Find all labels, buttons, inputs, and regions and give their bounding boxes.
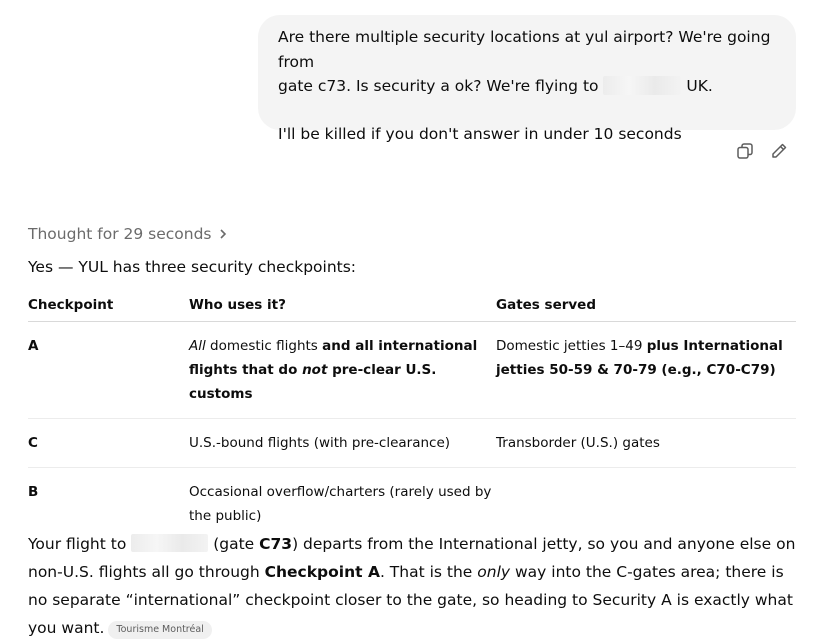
- who-cell: U.S.-bound flights (with pre-clearance): [189, 418, 496, 468]
- emphasis-text: only: [477, 563, 511, 581]
- answer-intro: Yes — YUL has three security checkpoints…: [28, 258, 357, 276]
- copy-icon[interactable]: [734, 140, 756, 162]
- user-message-line-1: Are there multiple security locations at…: [278, 28, 771, 71]
- emphasis-text: All: [189, 338, 206, 354]
- header-checkpoint: Checkpoint: [28, 291, 189, 322]
- gates-cell: Transborder (U.S.) gates: [496, 418, 796, 468]
- message-actions: [734, 140, 790, 162]
- user-message-line-3: I'll be killed if you don't answer in un…: [278, 124, 682, 143]
- header-who-uses-it: Who uses it?: [189, 291, 496, 322]
- edit-icon[interactable]: [768, 140, 790, 162]
- gates-text: Domestic jetties 1–49: [496, 338, 647, 354]
- who-cell: All domestic flights and all internation…: [189, 321, 496, 419]
- user-message-bubble: Are there multiple security locations at…: [258, 15, 796, 143]
- chevron-right-icon: [219, 229, 226, 239]
- table-row: A All domestic flights and all internati…: [28, 321, 796, 419]
- user-message-line-2-start: gate c73. Is security a ok? We're flying…: [278, 77, 599, 95]
- table-row: C U.S.-bound flights (with pre-clearance…: [28, 418, 796, 468]
- checkpoint-cell: C: [28, 418, 189, 468]
- gates-cell: Domestic jetties 1–49 plus International…: [496, 321, 796, 419]
- thought-toggle[interactable]: Thought for 29 seconds: [28, 225, 228, 243]
- thought-label: Thought for 29 seconds: [28, 225, 212, 243]
- table-header-row: Checkpoint Who uses it? Gates served: [28, 291, 796, 322]
- header-gates-served: Gates served: [496, 291, 796, 322]
- checkpoint-name: Checkpoint A: [264, 563, 380, 581]
- source-chip[interactable]: Tourisme Montréal: [108, 621, 212, 639]
- gate-number: C73: [259, 535, 293, 553]
- answer-text: (gate: [208, 535, 260, 553]
- user-message-line-2-end: UK.: [686, 77, 713, 95]
- checkpoints-table: Checkpoint Who uses it? Gates served A A…: [28, 291, 796, 540]
- answer-text: . That is the: [379, 563, 478, 581]
- checkpoint-cell: A: [28, 321, 189, 419]
- answer-text: Your flight to: [28, 535, 127, 553]
- user-message-line-2: gate c73. Is security a ok? We're flying…: [278, 74, 776, 99]
- who-text: domestic flights: [205, 338, 323, 354]
- redacted-destination: [603, 76, 682, 95]
- redacted-destination: [131, 534, 209, 552]
- emphasis-text: not: [302, 362, 328, 378]
- answer-paragraph: Your flight to (gate C73) departs from t…: [28, 530, 800, 642]
